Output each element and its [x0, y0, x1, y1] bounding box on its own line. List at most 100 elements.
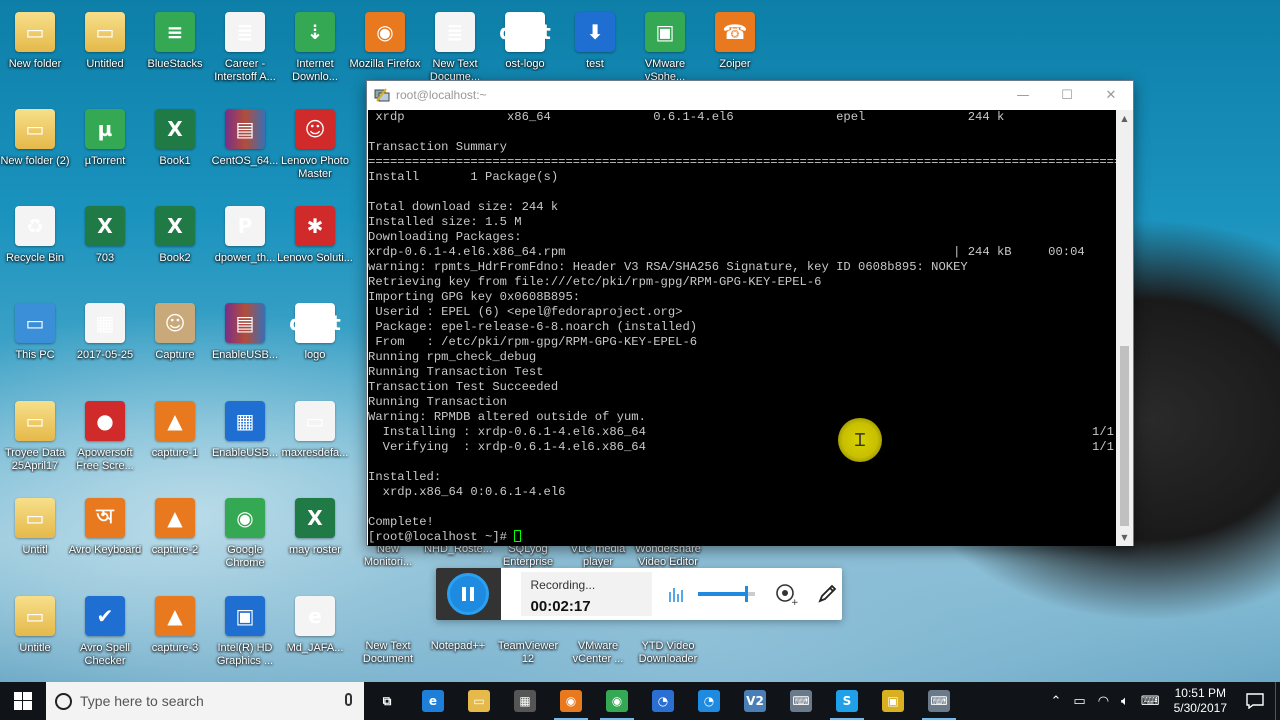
desktop-icon[interactable]: ♻ Recycle Bin: [0, 198, 71, 288]
desktop-icon[interactable]: Xmay roster: [279, 490, 351, 580]
scrollbar-thumb[interactable]: [1120, 346, 1129, 526]
desktop-icon-label[interactable]: TeamViewer 12: [492, 640, 564, 666]
desktop-icon[interactable]: ▲ capture-2: [139, 490, 211, 580]
file-explorer-icon: ▭: [468, 690, 490, 712]
desktop-icon-label: Career - Interstoff A...: [214, 58, 276, 83]
desktop-icon[interactable]: ▭ Untitled: [69, 4, 141, 94]
maximize-button[interactable]: ☐: [1045, 81, 1089, 109]
taskbar-firefox-button[interactable]: ◉: [548, 682, 594, 720]
desktop-icon[interactable]: ▭ New folder (2): [0, 101, 71, 191]
close-button[interactable]: ✕: [1089, 81, 1133, 109]
desktop-icon[interactable]: e Md_JAFA...: [279, 588, 351, 678]
network-icon[interactable]: ◠: [1098, 694, 1109, 709]
taskbar-edge-button[interactable]: e: [410, 682, 456, 720]
desktop-icon-label: Lenovo Photo Master: [281, 155, 349, 180]
desktop-icon-label[interactable]: New Monitori...: [352, 543, 424, 569]
desktop-icon[interactable]: ● Apowersoft Free Scre...: [69, 393, 141, 483]
pen-icon[interactable]: [812, 578, 842, 610]
terminal-output[interactable]: xrdp x86_64 0.6.1-4.el6 epel 244 k Trans…: [368, 110, 1117, 546]
desktop-icon[interactable]: ▭ New folder: [0, 4, 71, 94]
desktop-icon[interactable]: ▤ EnableUSB...: [209, 295, 281, 385]
desktop-icon-label[interactable]: Wondershare Video Editor: [632, 543, 704, 569]
taskbar-task-view-button[interactable]: ⧉: [364, 682, 410, 720]
desktop-icon[interactable]: ☺ Lenovo Photo Master: [279, 101, 351, 191]
taskbar-file-explorer-button[interactable]: ▭: [456, 682, 502, 720]
microphone-icon[interactable]: [345, 693, 352, 706]
desktop-icon[interactable]: X Book1: [139, 101, 211, 191]
desktop-icon[interactable]: X 703: [69, 198, 141, 288]
desktop-icon[interactable]: ▭ maxresdefa...: [279, 393, 351, 483]
desktop-icon-glyph: ≣: [435, 12, 475, 52]
desktop-icon[interactable]: ≣ Career - Interstoff A...: [209, 4, 281, 94]
webcam-icon[interactable]: +: [771, 578, 801, 610]
desktop-icon-label: maxresdefa...: [281, 447, 349, 459]
action-center-icon[interactable]: [1235, 682, 1275, 720]
putty-window[interactable]: root@localhost:~ — ☐ ✕ xrdp x86_64 0.6.1…: [366, 80, 1134, 546]
taskbar-search-box[interactable]: Type here to search: [46, 682, 364, 720]
desktop-icon-label[interactable]: VMware vCenter ...: [562, 640, 634, 666]
audio-levels-icon[interactable]: [662, 578, 692, 610]
desktop-icon[interactable]: ≡ BlueStacks: [139, 4, 211, 94]
taskbar-store-button[interactable]: ▦: [502, 682, 548, 720]
desktop-icon[interactable]: dnet logo: [279, 295, 351, 385]
desktop-icon[interactable]: ☺ Capture: [139, 295, 211, 385]
vertical-scrollbar[interactable]: ▲ ▼: [1116, 110, 1133, 546]
desktop-icon-label[interactable]: YTD Video Downloader: [632, 640, 704, 666]
taskbar-app-blue-1-button[interactable]: ◔: [640, 682, 686, 720]
desktop-icon-label: µTorrent: [84, 155, 126, 167]
taskbar-putty-2-button[interactable]: ⌨: [916, 682, 962, 720]
desktop-icon[interactable]: µ µTorrent: [69, 101, 141, 191]
desktop-icon-label[interactable]: VLC media player: [562, 543, 634, 569]
scroll-up-icon[interactable]: ▲: [1116, 110, 1133, 127]
taskbar-putty-1-button[interactable]: ⌨: [778, 682, 824, 720]
volume-icon[interactable]: 🔈︎: [1121, 694, 1129, 709]
desktop-icon-label[interactable]: New Text Document: [352, 640, 424, 666]
taskbar-vmware-button[interactable]: V2: [732, 682, 778, 720]
desktop-icon[interactable]: ▣ Intel(R) HD Graphics ...: [209, 588, 281, 678]
desktop-icon-glyph: ▲: [155, 401, 195, 441]
desktop-icon[interactable]: অ Avro Keyboard: [69, 490, 141, 580]
taskbar-app-yellow-button[interactable]: ▣: [870, 682, 916, 720]
desktop-icon-label: Capture: [155, 349, 195, 361]
pause-button[interactable]: [447, 573, 490, 615]
desktop-icon-label[interactable]: SQLyog Enterprise: [492, 543, 564, 569]
desktop-icon-label: logo: [304, 349, 326, 361]
desktop-icon-glyph: ▲: [155, 498, 195, 538]
taskbar-chrome-button[interactable]: ◉: [594, 682, 640, 720]
desktop-icon-glyph: ▦: [85, 303, 125, 343]
keyboard-icon[interactable]: ⌨: [1141, 694, 1160, 709]
battery-icon[interactable]: ▭: [1073, 694, 1085, 709]
desktop-icon-glyph: e: [295, 596, 335, 636]
desktop-icon[interactable]: ◉ Google Chrome: [209, 490, 281, 580]
start-button[interactable]: [0, 682, 46, 720]
desktop-icon[interactable]: X Book2: [139, 198, 211, 288]
desktop-icon[interactable]: ▲ capture-1: [139, 393, 211, 483]
desktop-icon[interactable]: ▲ capture-3: [139, 588, 211, 678]
desktop-icon-glyph: ▭: [85, 12, 125, 52]
tray-chevron-icon[interactable]: ⌃: [1050, 694, 1061, 709]
desktop-icon[interactable]: ▭ Troyee Data 25April17: [0, 393, 71, 483]
scroll-down-icon[interactable]: ▼: [1116, 529, 1133, 546]
clock[interactable]: 10:51 PM 5/30/2017: [1174, 686, 1227, 716]
desktop-icon-glyph: ✔: [85, 596, 125, 636]
desktop-icon[interactable]: ✔ Avro Spell Checker: [69, 588, 141, 678]
taskbar-skype-button[interactable]: S: [824, 682, 870, 720]
taskbar-app-blue-2-button[interactable]: ◔: [686, 682, 732, 720]
desktop-icon[interactable]: ✱ Lenovo Soluti...: [277, 198, 353, 288]
desktop-icon[interactable]: ⇣ Internet Downlo...: [279, 4, 351, 94]
desktop-icon-label: New folder (2): [0, 155, 70, 167]
desktop-icon[interactable]: Pdpower_th...: [209, 198, 281, 288]
show-desktop-button[interactable]: [1275, 682, 1280, 720]
desktop-icon-label: Md_JAFA...: [286, 642, 344, 654]
desktop-icon[interactable]: ▤ CentOS_64...: [209, 101, 281, 191]
search-placeholder: Type here to search: [80, 693, 204, 709]
desktop-icon[interactable]: ▦ EnableUSB...: [209, 393, 281, 483]
desktop-icon[interactable]: ▭ Untitle: [0, 588, 71, 678]
volume-slider[interactable]: [698, 586, 756, 602]
desktop-icon[interactable]: ▭ This PC: [0, 295, 71, 385]
minimize-button[interactable]: —: [1001, 81, 1045, 109]
desktop-icon[interactable]: ▭ Untitl: [0, 490, 71, 580]
window-titlebar[interactable]: root@localhost:~ — ☐ ✕: [367, 81, 1133, 109]
desktop-icon-label[interactable]: Notepad++: [422, 640, 494, 653]
desktop-icon[interactable]: ▦ 2017-05-25: [69, 295, 141, 385]
